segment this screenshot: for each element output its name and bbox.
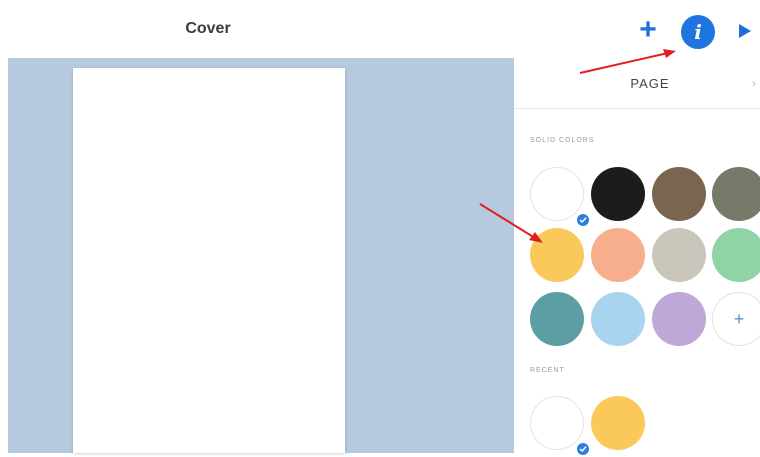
arrow-to-yellow-swatch	[479, 203, 543, 243]
arrow-to-info-icon	[579, 49, 676, 74]
annotation-arrows	[479, 49, 676, 243]
